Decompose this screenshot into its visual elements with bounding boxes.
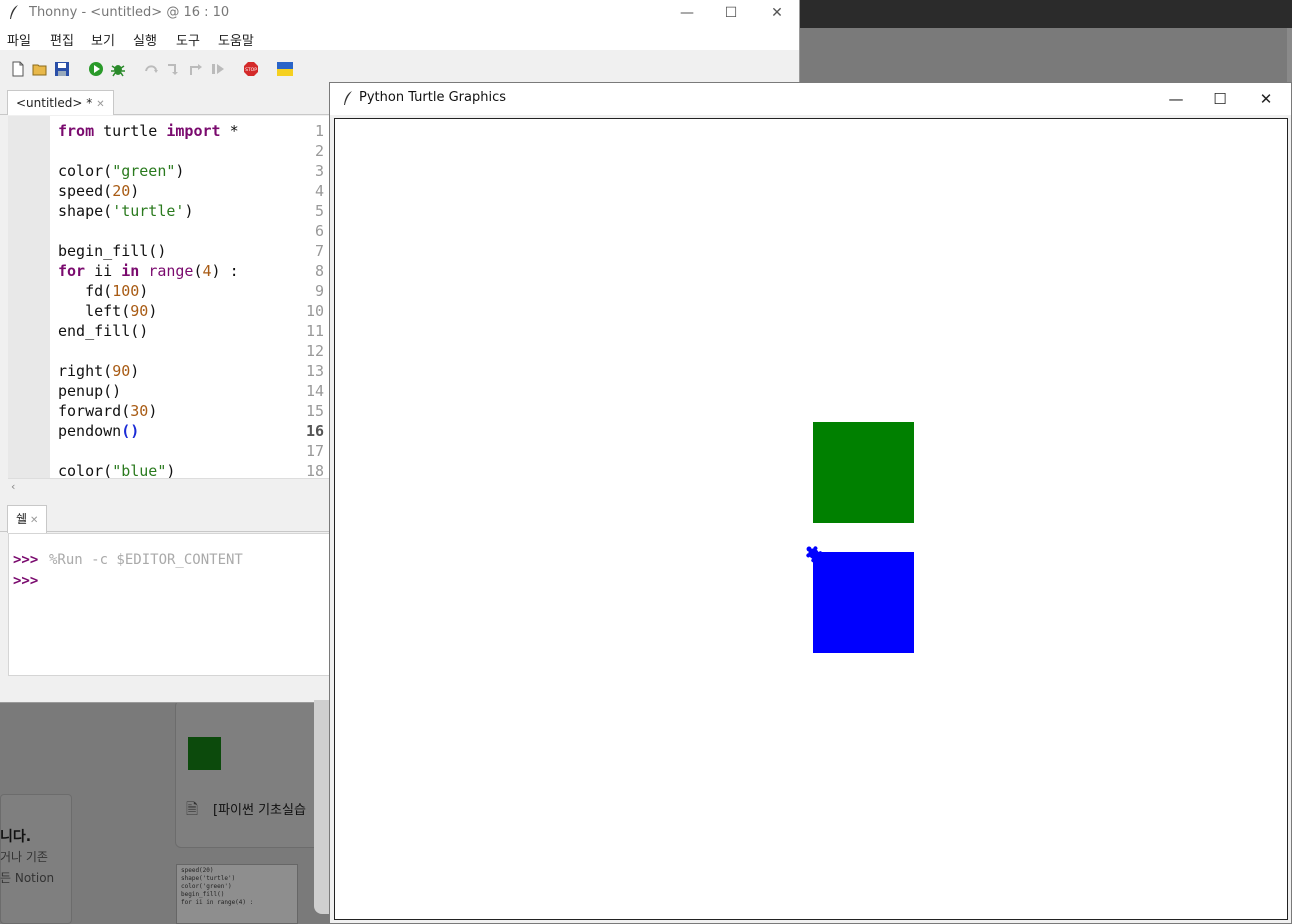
new-file-icon[interactable]	[10, 61, 26, 77]
thumb-line: speed(20)	[181, 867, 214, 874]
line-number: 6	[314, 222, 324, 240]
close-tab-icon[interactable]: ✕	[30, 515, 38, 526]
close-tab-icon[interactable]: ✕	[96, 99, 104, 110]
svg-text:STOP: STOP	[245, 67, 257, 73]
run-icon[interactable]	[88, 61, 104, 77]
line-number: 7	[314, 242, 324, 260]
background-topbar	[800, 0, 1292, 28]
open-folder-icon[interactable]	[32, 61, 48, 77]
line-number: 10	[305, 302, 324, 320]
ukraine-flag-icon[interactable]	[277, 61, 293, 77]
menubar: 파일 편집 보기 실행 도구 도움말	[0, 26, 799, 50]
debug-icon[interactable]	[110, 61, 126, 77]
stop-icon[interactable]: STOP	[243, 61, 259, 77]
code-line: from turtle import *	[58, 122, 239, 140]
tab-label: <untitled> *	[16, 96, 93, 110]
close-button[interactable]: ✕	[1244, 87, 1288, 111]
editor-tabbar: <untitled> * ✕	[0, 88, 330, 115]
thumb-line: shape('turtle')	[181, 875, 236, 882]
line-number: 14	[305, 382, 324, 400]
code-line: forward(30)	[58, 402, 158, 420]
maximize-button[interactable]: ☐	[1198, 87, 1242, 111]
minimize-button[interactable]: —	[1154, 87, 1198, 111]
line-number-gutter	[8, 116, 50, 478]
turtle-window: Python Turtle Graphics — ☐ ✕	[329, 82, 1292, 924]
menu-view[interactable]: 보기	[91, 30, 115, 49]
shell-command: %Run -c $EDITOR_CONTENT	[49, 552, 243, 568]
background-card	[175, 700, 335, 848]
horizontal-scrollbar[interactable]: ‹	[8, 478, 330, 496]
line-number: 18	[305, 462, 324, 478]
menu-run[interactable]: 실행	[133, 30, 157, 49]
line-number: 15	[305, 402, 324, 420]
background-left-text-1: 거나 기존	[0, 850, 48, 864]
code-line: color("blue")	[58, 462, 176, 478]
code-line: left(90)	[58, 302, 158, 320]
code-line: penup()	[58, 382, 122, 400]
line-number: 1	[314, 122, 324, 140]
line-number: 3	[314, 162, 324, 180]
shell-prompt: >>>	[13, 573, 39, 589]
step-out-icon[interactable]	[188, 61, 204, 77]
window-title: Python Turtle Graphics	[359, 90, 506, 105]
blue-square	[813, 552, 914, 653]
line-number: 16	[305, 422, 324, 440]
code-line: end_fill()	[58, 322, 149, 340]
shell-tabbar: 쉘 ✕	[0, 503, 330, 533]
toolbar: STOP	[0, 52, 799, 86]
line-number: 9	[314, 282, 324, 300]
line-number: 12	[305, 342, 324, 360]
background-code-thumbnail: speed(20) shape('turtle') color('green')…	[176, 864, 298, 924]
code-editor[interactable]: 1 from turtle import * 2 3 color("green") 4 sp…	[8, 116, 330, 478]
menu-file[interactable]: 파일	[7, 30, 31, 49]
step-into-icon[interactable]	[166, 61, 182, 77]
line-number: 11	[305, 322, 324, 340]
code-line: color("green")	[58, 162, 185, 180]
menu-help[interactable]: 도움말	[218, 30, 254, 49]
turtle-canvas[interactable]	[334, 118, 1288, 920]
turtle-drawing	[806, 422, 914, 653]
tab-shell[interactable]: 쉘 ✕	[7, 505, 48, 533]
background-left-heading: 니다.	[0, 829, 32, 845]
line-number: 5	[314, 202, 324, 220]
line-number: 4	[314, 182, 324, 200]
code-line: begin_fill()	[58, 242, 167, 260]
tab-untitled[interactable]: <untitled> * ✕	[7, 90, 114, 115]
code-line: right(90)	[58, 362, 140, 380]
menu-tools[interactable]: 도구	[176, 30, 200, 49]
menu-edit[interactable]: 편집	[50, 30, 74, 49]
turtle-titlebar[interactable]: Python Turtle Graphics — ☐ ✕	[330, 83, 1291, 115]
code-line: shape('turtle')	[58, 202, 194, 220]
background-thumbnail	[188, 737, 221, 770]
save-icon[interactable]	[54, 61, 70, 77]
thumb-line: for ii in range(4) :	[181, 899, 254, 906]
window-title: Thonny - <untitled> @ 16 : 10	[29, 5, 230, 20]
thonny-titlebar[interactable]: Thonny - <untitled> @ 16 : 10 — ☐ ✕	[0, 0, 799, 26]
feather-icon	[344, 91, 352, 105]
code-line: fd(100)	[58, 282, 149, 300]
step-over-icon[interactable]	[144, 61, 160, 77]
close-button[interactable]: ✕	[755, 2, 799, 24]
thumb-line: color('green')	[181, 883, 232, 890]
background-doc-title[interactable]: [파이썬 기초실습	[213, 799, 306, 818]
green-square	[813, 422, 914, 523]
thumb-line: begin_fill()	[181, 891, 225, 898]
shell-prompt: >>>	[13, 552, 39, 568]
feather-icon	[10, 5, 18, 19]
line-number: 13	[305, 362, 324, 380]
code-line: speed(20)	[58, 182, 140, 200]
page-icon: 🗎	[186, 800, 199, 818]
shell-panel[interactable]: >>> %Run -c $EDITOR_CONTENT >>>	[8, 533, 330, 676]
line-number: 8	[314, 262, 324, 280]
code-line: for ii in range(4) :	[58, 262, 239, 280]
line-number: 17	[305, 442, 324, 460]
maximize-button[interactable]: ☐	[709, 2, 753, 24]
background-left-text-2: 든 Notion	[0, 871, 55, 885]
minimize-button[interactable]: —	[665, 2, 709, 24]
resume-icon[interactable]	[210, 61, 226, 77]
line-number: 2	[314, 142, 324, 160]
code-line: pendown()	[58, 422, 140, 440]
shell-tab-label: 쉘	[16, 512, 28, 526]
